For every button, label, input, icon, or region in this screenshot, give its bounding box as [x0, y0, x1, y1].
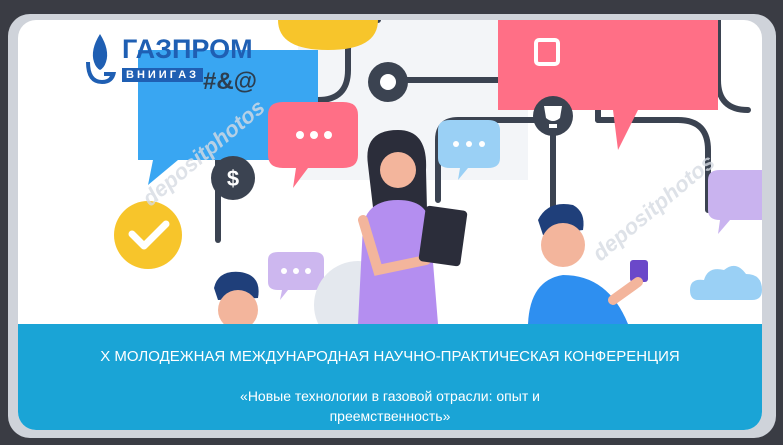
speech-bubble-lavender: [268, 252, 324, 300]
cloud-icon: [690, 265, 762, 300]
conference-title: X МОЛОДЕЖНАЯ МЕЖДУНАРОДНАЯ НАУЧНО-ПРАКТИ…: [100, 348, 680, 365]
tablet: [418, 205, 468, 267]
conference-subtitle: «Новые технологии в газовой отрасли: опы…: [240, 388, 540, 424]
speech-bubble-pink: [498, 20, 718, 150]
svg-text:$: $: [227, 166, 239, 191]
logo-subtitle: ВНИИГАЗ: [122, 68, 204, 82]
check-icon: [114, 201, 182, 269]
woman-face: [380, 152, 416, 188]
symbols-text: #&@: [203, 68, 258, 95]
conference-banner: X МОЛОДЕЖНАЯ МЕЖДУНАРОДНАЯ НАУЧНО-ПРАКТИ…: [18, 324, 762, 430]
connector-line: [715, 20, 751, 113]
conference-card: $ ГАЗПРОМ ВНИИГАЗ #&@ depositphotos depo…: [18, 20, 762, 430]
gazprom-flame-icon: [86, 34, 116, 84]
man-face: [541, 223, 585, 267]
speech-bubble-purple: [708, 170, 762, 234]
logo-name: ГАЗПРОМ: [122, 34, 253, 64]
